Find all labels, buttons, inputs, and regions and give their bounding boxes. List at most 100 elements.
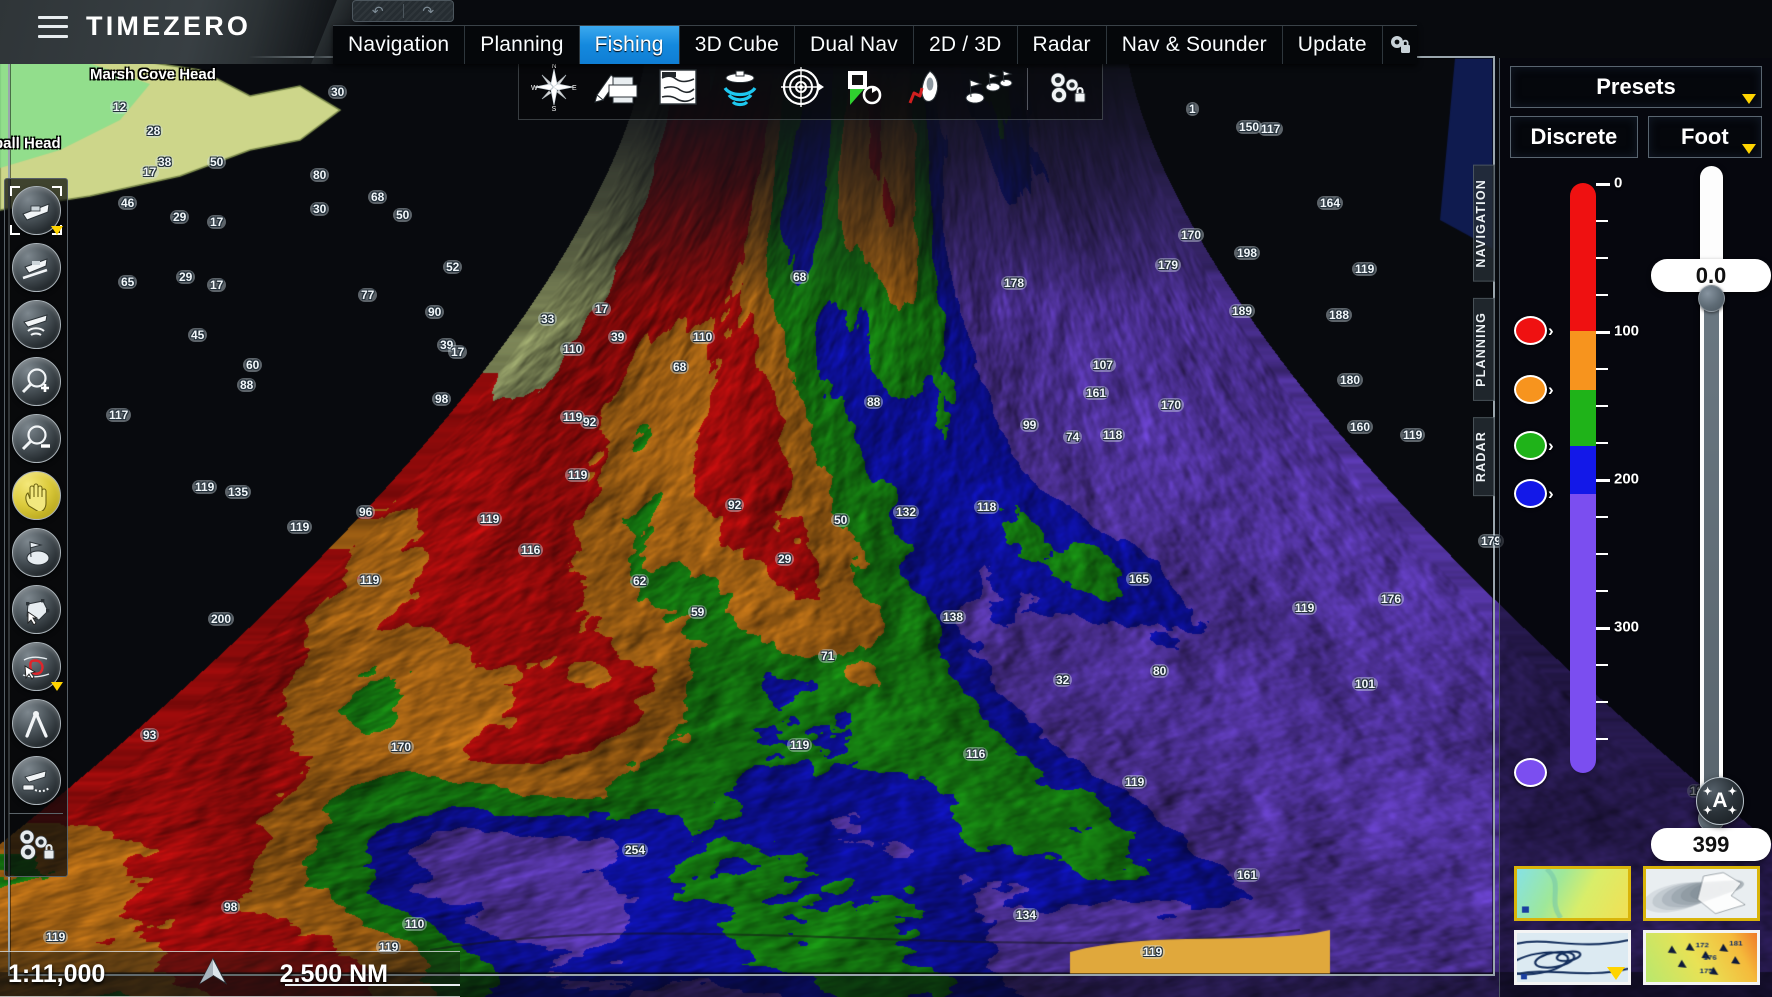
depth-color-swatches[interactable]: › › › ›: [1512, 183, 1570, 803]
settings-lock-tool[interactable]: [8, 819, 64, 874]
thumb-shaded-relief[interactable]: [1514, 866, 1631, 921]
contour-select-tool[interactable]: [8, 639, 64, 694]
boat-sonar-tool[interactable]: [8, 297, 64, 352]
marks-layer-button[interactable]: [961, 62, 1015, 116]
tab-radar[interactable]: Radar: [1018, 26, 1107, 64]
tab-dual-nav[interactable]: Dual Nav: [795, 26, 914, 64]
undo-redo-group[interactable]: ↶ ↷: [352, 0, 454, 22]
blue-swatch[interactable]: ›: [1514, 478, 1554, 508]
thumb-3d-grayscale-preview: [1646, 869, 1757, 918]
tick-label-0: 0: [1614, 174, 1623, 192]
pan-hand-tool[interactable]: [8, 468, 64, 523]
undo-button[interactable]: ↶: [353, 1, 403, 21]
svg-text:S: S: [552, 106, 557, 112]
thumb-contour-lines[interactable]: [1514, 930, 1631, 985]
three-flags-icon: [962, 65, 1014, 114]
tab-navigation[interactable]: Navigation: [333, 26, 466, 64]
auto-rotate-north-control[interactable]: ✦ ✦ ✦ ✦ A: [1696, 777, 1744, 825]
chevron-down-icon[interactable]: [51, 226, 63, 235]
radar-button[interactable]: [775, 62, 829, 116]
boat-sounder-tool[interactable]: [8, 753, 64, 808]
workspace-tab-bar[interactable]: Navigation Planning Fishing 3D Cube Dual Nav…: [333, 25, 1417, 64]
route-button[interactable]: [899, 62, 953, 116]
magnifier-plus-icon[interactable]: [11, 357, 61, 406]
boat-position-tool[interactable]: [8, 240, 64, 295]
radar-target-icon: [778, 65, 826, 114]
side-tab-planning[interactable]: PLANNING: [1473, 297, 1495, 401]
depth-scale-ticks: [1596, 183, 1610, 773]
ais-target-button[interactable]: [837, 62, 891, 116]
discrete-mode-button[interactable]: Discrete: [1510, 116, 1638, 158]
red-swatch[interactable]: ›: [1514, 315, 1554, 345]
depth-band-green: [1570, 390, 1596, 447]
chevron-down-icon[interactable]: [1607, 967, 1625, 980]
svg-text:W: W: [531, 85, 538, 92]
hamburger-icon[interactable]: [38, 15, 68, 38]
zoom-out-tool[interactable]: [8, 411, 64, 466]
slider-bottom-value[interactable]: 399: [1651, 828, 1771, 861]
red-swatch-dot[interactable]: [1514, 315, 1547, 345]
side-tab-navigation[interactable]: NAVIGATION: [1473, 165, 1495, 282]
hand-icon[interactable]: [11, 471, 61, 520]
chart-layer-button[interactable]: [651, 62, 705, 116]
flag-mark-icon[interactable]: [11, 528, 61, 577]
sounder-button[interactable]: [713, 62, 767, 116]
pointer-polygon-icon[interactable]: [11, 585, 61, 634]
depth-band-red: [1570, 183, 1596, 331]
depth-range-slider[interactable]: 0.0 399: [1651, 166, 1771, 861]
depth-color-scale[interactable]: 0 100 200 300 › › › ›: [1512, 175, 1672, 803]
dividers-icon[interactable]: [11, 699, 61, 748]
mark-tool[interactable]: [8, 525, 64, 580]
major-tick: [1596, 183, 1610, 186]
chart-style-thumbnails[interactable]: [1514, 866, 1760, 985]
tick-label-200: 200: [1614, 470, 1640, 488]
orange-swatch-dot[interactable]: [1514, 375, 1547, 405]
major-tick: [1596, 330, 1610, 334]
green-swatch[interactable]: ›: [1514, 431, 1554, 461]
minor-tick: [1596, 404, 1608, 408]
tab-update[interactable]: Update: [1283, 26, 1383, 64]
orange-swatch[interactable]: ›: [1514, 375, 1554, 405]
tab-2d-3d[interactable]: 2D / 3D: [914, 26, 1018, 64]
purple-swatch-dot[interactable]: [1514, 758, 1547, 787]
units-dropdown[interactable]: Foot: [1647, 116, 1762, 158]
tab-3d-cube[interactable]: 3D Cube: [680, 26, 795, 64]
slider-top-knob[interactable]: [1698, 285, 1725, 312]
tab-fishing[interactable]: Fishing: [579, 26, 680, 64]
divider-measure-tool[interactable]: [8, 696, 64, 751]
side-tab-radar[interactable]: RADAR: [1473, 416, 1495, 496]
boat-route-icon: [902, 65, 950, 114]
depth-band-blue: [1570, 446, 1596, 494]
side-workspace-tabs[interactable]: NAVIGATION PLANNING RADAR: [1473, 165, 1495, 496]
blue-swatch-dot[interactable]: [1514, 478, 1547, 508]
print-chart-button[interactable]: [589, 62, 643, 116]
minor-tick: [1596, 256, 1608, 260]
boat-sonar-icon[interactable]: [11, 300, 61, 349]
presets-dropdown[interactable]: Presets: [1510, 66, 1762, 108]
magnifier-minus-icon[interactable]: [11, 414, 61, 463]
gears-lock-icon[interactable]: [14, 825, 58, 868]
scale-ratio: 1:11,000: [8, 959, 106, 988]
chevron-down-icon[interactable]: [51, 682, 63, 691]
square-green-arrow-icon: [840, 65, 888, 114]
thumb-depth-labels[interactable]: [1643, 930, 1760, 985]
select-area-tool[interactable]: [8, 582, 64, 637]
green-swatch-dot[interactable]: [1514, 431, 1547, 461]
gear-lock-icon[interactable]: [1383, 26, 1417, 64]
chart-layer-toolbar[interactable]: NSWE: [518, 58, 1103, 120]
minor-tick: [1596, 441, 1608, 445]
redo-button[interactable]: ↷: [404, 1, 454, 21]
fishing-presets-panel: Presets Discrete Foot 0 100 200 300 › › › ›: [1499, 58, 1772, 997]
left-tool-palette[interactable]: [4, 178, 68, 877]
boat-track-icon[interactable]: [11, 243, 61, 292]
compass-rose-button[interactable]: NSWE: [527, 62, 581, 116]
minor-tick: [1596, 515, 1608, 519]
purple-swatch[interactable]: [1514, 758, 1547, 787]
zoom-in-tool[interactable]: [8, 354, 64, 409]
tab-nav-sounder[interactable]: Nav & Sounder: [1107, 26, 1283, 64]
options-button[interactable]: [1040, 62, 1094, 116]
center-on-boat-tool[interactable]: [8, 183, 64, 238]
boat-sounder-icon[interactable]: [11, 756, 61, 805]
thumb-3d-grayscale[interactable]: [1643, 866, 1760, 921]
tab-planning[interactable]: Planning: [465, 26, 580, 64]
